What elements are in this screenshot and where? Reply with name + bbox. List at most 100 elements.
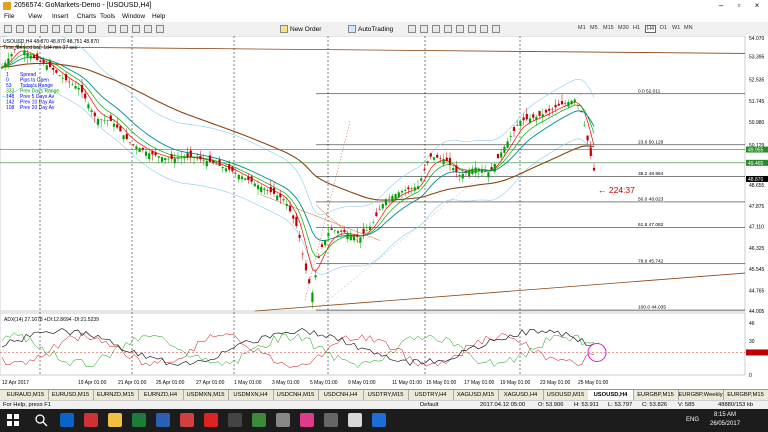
status-datetime: 2017.04.12 05:00 xyxy=(480,402,526,408)
timeframe-h4[interactable]: H4 xyxy=(645,25,657,33)
ie-icon[interactable] xyxy=(60,413,74,427)
trend-lines[interactable] xyxy=(0,46,746,312)
timeframe-h1[interactable]: H1 xyxy=(633,25,640,31)
candle-body xyxy=(317,256,320,258)
menu-window[interactable]: Window xyxy=(122,13,145,20)
candle-body xyxy=(221,167,224,169)
time-axis-label: 23 May 01:00 xyxy=(540,380,571,386)
chart-window[interactable]: 0.0 52.011 23.6 50.129 38.2 48.964 50.0 48.… xyxy=(0,26,768,389)
horizontal-line-icon[interactable] xyxy=(432,25,440,33)
candle-body xyxy=(416,186,420,190)
zoom-in-icon[interactable] xyxy=(120,25,128,33)
app-icon-blue[interactable] xyxy=(372,413,386,427)
timeframe-m1[interactable]: M1 xyxy=(578,25,586,31)
timeframe-mn[interactable]: MN xyxy=(684,25,693,31)
excel-icon[interactable] xyxy=(132,413,146,427)
candle-body xyxy=(327,233,330,236)
timeframe-m30[interactable]: M30 xyxy=(618,25,629,31)
candle-body xyxy=(71,84,74,85)
trendline-icon[interactable] xyxy=(444,25,452,33)
candle-body xyxy=(39,60,42,62)
meta-editor-icon[interactable] xyxy=(88,25,96,33)
zoom-out-icon[interactable] xyxy=(132,25,140,33)
k-app-icon[interactable] xyxy=(204,413,218,427)
candle-body xyxy=(26,52,29,57)
candle-body xyxy=(269,186,272,193)
price-axis-label: 47.110 xyxy=(749,225,764,231)
clock-date[interactable]: 26/05/2017 xyxy=(710,421,740,427)
minimize-icon[interactable]: – xyxy=(714,1,728,10)
app-icon-dark[interactable] xyxy=(228,413,242,427)
menu-charts[interactable]: Charts xyxy=(77,13,96,20)
menu-tools[interactable]: Tools xyxy=(100,13,115,20)
new-order-icon xyxy=(280,25,288,33)
terminal-icon[interactable] xyxy=(64,25,72,33)
time-axis-label: 21 Apr 01:00 xyxy=(118,380,147,386)
candle-body xyxy=(276,195,279,201)
new-order-button[interactable]: New Order xyxy=(280,24,321,34)
navigator-icon[interactable] xyxy=(52,25,60,33)
menu-insert[interactable]: Insert xyxy=(52,13,68,20)
legend-label: Prev 20 Day Av xyxy=(20,105,55,111)
profiles-icon[interactable] xyxy=(16,25,24,33)
templates-icon[interactable] xyxy=(156,25,164,33)
adx-axis-label: 0 xyxy=(749,373,752,379)
new-chart-icon[interactable] xyxy=(4,25,12,33)
candle-body xyxy=(176,158,180,159)
candle-body xyxy=(52,67,55,70)
title-bar: 2056574: GoMarkets-Demo - [USOUSD,H4] – … xyxy=(0,0,768,12)
metatrader-taskbar-icon[interactable] xyxy=(348,413,362,427)
status-low: L: 53.797 xyxy=(608,402,633,408)
data-window-icon[interactable] xyxy=(40,25,48,33)
candle-body xyxy=(490,167,493,170)
maximize-icon[interactable]: ▫ xyxy=(732,1,746,10)
market-watch-icon[interactable] xyxy=(28,25,36,33)
candle-body xyxy=(55,70,58,73)
timeframe-m15[interactable]: M15 xyxy=(603,25,614,31)
text-tool-icon[interactable] xyxy=(480,25,488,33)
menu-help[interactable]: Help xyxy=(152,13,165,20)
pink-app-icon[interactable] xyxy=(300,413,314,427)
ribbon-app-icon[interactable] xyxy=(276,413,290,427)
timeframe-m5[interactable]: M5 xyxy=(590,25,598,31)
price-lines xyxy=(0,149,745,164)
language-indicator[interactable]: ENG xyxy=(686,417,699,423)
close-icon[interactable]: × xyxy=(750,1,764,10)
tester-icon[interactable] xyxy=(76,25,84,33)
menu-file[interactable]: File xyxy=(4,13,14,20)
channel-icon[interactable] xyxy=(456,25,464,33)
powerpoint-icon[interactable] xyxy=(180,413,194,427)
autotrading-button[interactable]: AutoTrading xyxy=(348,24,393,34)
price-chart[interactable]: 0.0 52.011 23.6 50.129 38.2 48.964 50.0 48.… xyxy=(0,26,768,389)
word-icon[interactable] xyxy=(156,413,170,427)
candle-body xyxy=(266,189,269,191)
search-icon[interactable] xyxy=(34,413,48,427)
candle-body xyxy=(103,119,106,121)
periods-icon[interactable] xyxy=(144,25,152,33)
candle-body xyxy=(180,157,183,159)
clock-time[interactable]: 8:15 AM xyxy=(714,412,736,418)
recorder-icon[interactable] xyxy=(324,413,338,427)
time-axis-label: 19 Apr 01:00 xyxy=(78,380,107,386)
fibonacci-icon[interactable] xyxy=(468,25,476,33)
line-tool-icon[interactable] xyxy=(408,25,416,33)
candle-body xyxy=(404,190,407,191)
crosshair-icon[interactable] xyxy=(108,25,116,33)
status-close: C: 53.826 xyxy=(642,402,668,408)
time-axis-label: 27 Apr 01:00 xyxy=(196,380,225,386)
candle-body xyxy=(247,176,250,181)
file-explorer-icon[interactable] xyxy=(108,413,122,427)
opera-icon[interactable] xyxy=(84,413,98,427)
timeframe-d1[interactable]: D1 xyxy=(660,25,667,31)
timeframe-w1[interactable]: W1 xyxy=(672,25,680,31)
label-tool-icon[interactable] xyxy=(492,25,500,33)
windows-start-icon[interactable] xyxy=(6,413,20,427)
candle-body xyxy=(372,221,375,223)
candle-body xyxy=(535,116,538,121)
channel-line xyxy=(259,194,381,241)
candle-body xyxy=(29,55,32,59)
vertical-line-icon[interactable] xyxy=(420,25,428,33)
adx-header: ADX(14) 27.1678 +DI:12.8694 -DI:21.5239 xyxy=(4,317,99,323)
green-app-icon[interactable] xyxy=(252,413,266,427)
menu-view[interactable]: View xyxy=(28,13,42,20)
